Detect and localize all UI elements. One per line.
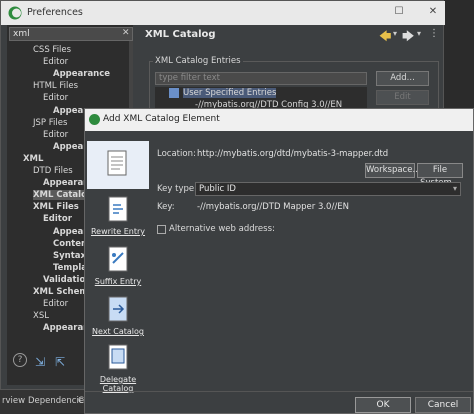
forward-icon[interactable]: 🡆: [402, 27, 414, 48]
suffix-entry-item[interactable]: Suffix Entry: [87, 243, 149, 293]
element-type-list: Rewrite Entry Suffix Entry Next Catalog …: [87, 135, 149, 393]
tree-item[interactable]: Editor: [43, 57, 68, 67]
tree-item[interactable]: DTD Files: [33, 166, 73, 176]
maximize-icon[interactable]: ☐: [391, 5, 407, 19]
eclipse-logo-icon: [89, 114, 100, 125]
next-catalog-label: Next Catalog: [92, 327, 144, 336]
tree-item[interactable]: Editor: [43, 130, 68, 140]
tree-item[interactable]: HTML Files: [33, 81, 78, 91]
tree-item[interactable]: Appearan: [43, 323, 89, 333]
next-catalog-icon: [108, 296, 128, 322]
edit-button[interactable]: Edit: [376, 90, 429, 105]
import-icon[interactable]: ⇲: [35, 355, 45, 369]
tree-item[interactable]: CSS Files: [33, 45, 71, 55]
tree-item[interactable]: XML Files: [33, 202, 79, 212]
location-field[interactable]: http://mybatis.org/dtd/mybatis-3-mapper.…: [197, 149, 388, 159]
filter-input[interactable]: xml: [9, 27, 133, 41]
close-icon[interactable]: ✕: [425, 5, 441, 19]
suffix-entry-label: Suffix Entry: [94, 277, 142, 286]
dialog-title-bar[interactable]: Add XML Catalog Element: [85, 109, 473, 131]
alternative-web-address-checkbox[interactable]: [157, 225, 166, 234]
key-type-select[interactable]: Public ID ▾: [195, 182, 461, 196]
tree-item[interactable]: XML: [23, 154, 43, 164]
export-icon[interactable]: ⇱: [55, 355, 65, 369]
key-label: Key:: [157, 202, 175, 212]
tab-overview[interactable]: rview: [2, 396, 25, 406]
dialog-title: Add XML Catalog Element: [103, 114, 220, 124]
eclipse-logo-icon: [8, 6, 22, 20]
rewrite-entry-item[interactable]: Rewrite Entry: [87, 193, 149, 243]
entries-group-label: XML Catalog Entries: [153, 56, 243, 66]
rewrite-entry-icon: [108, 196, 128, 222]
forward-menu-icon[interactable]: ▾: [417, 29, 421, 38]
catalog-entry-icon: [107, 150, 127, 176]
ok-button[interactable]: OK: [355, 397, 411, 413]
alternative-web-address-label: Alternative web address:: [169, 224, 275, 234]
tree-item[interactable]: Editor: [43, 93, 68, 103]
next-catalog-item[interactable]: Next Catalog: [87, 293, 149, 343]
add-catalog-element-dialog: Add XML Catalog Element Rewrite Entry Su…: [84, 108, 474, 414]
suffix-entry-icon: [108, 246, 128, 272]
preferences-title: Preferences: [27, 7, 83, 18]
cancel-button[interactable]: Cancel: [415, 397, 471, 413]
catalog-entry-item[interactable]: [87, 141, 149, 189]
help-icon[interactable]: ?: [13, 353, 27, 367]
view-menu-icon[interactable]: ⋮: [429, 28, 439, 39]
rewrite-entry-label: Rewrite Entry: [90, 227, 146, 236]
tree-item[interactable]: Appearance: [53, 69, 110, 79]
type-filter-input[interactable]: type filter text: [155, 72, 367, 85]
workspace-button[interactable]: Workspace...: [365, 163, 421, 178]
location-label: Location:: [157, 149, 196, 159]
user-entries-icon: [169, 88, 179, 98]
dialog-separator: [85, 391, 473, 392]
tree-item[interactable]: Editor: [43, 214, 72, 224]
clear-filter-icon[interactable]: ✕: [122, 28, 130, 38]
tree-item[interactable]: XSL: [33, 311, 49, 321]
chevron-down-icon: ▾: [452, 184, 457, 193]
user-entries-label[interactable]: User Specified Entries: [183, 88, 277, 98]
file-system-button[interactable]: File System...: [417, 163, 463, 188]
back-icon[interactable]: 🡄: [379, 27, 391, 48]
page-title: XML Catalog: [145, 29, 216, 40]
preferences-title-bar[interactable]: Preferences ☐ ✕: [1, 1, 445, 25]
delegate-catalog-icon: [108, 344, 128, 370]
tree-item[interactable]: JSP Files: [33, 118, 67, 128]
back-menu-icon[interactable]: ▾: [393, 29, 397, 38]
key-type-value: Public ID: [199, 184, 236, 194]
delegate-catalog-item[interactable]: Delegate Catalog: [87, 341, 149, 393]
tree-item[interactable]: Editor: [43, 299, 68, 309]
tree-item[interactable]: Appearan: [43, 178, 89, 188]
add-button[interactable]: Add...: [376, 71, 429, 86]
key-type-label: Key type:: [157, 184, 197, 194]
key-field[interactable]: -//mybatis.org//DTD Mapper 3.0//EN: [197, 202, 349, 212]
